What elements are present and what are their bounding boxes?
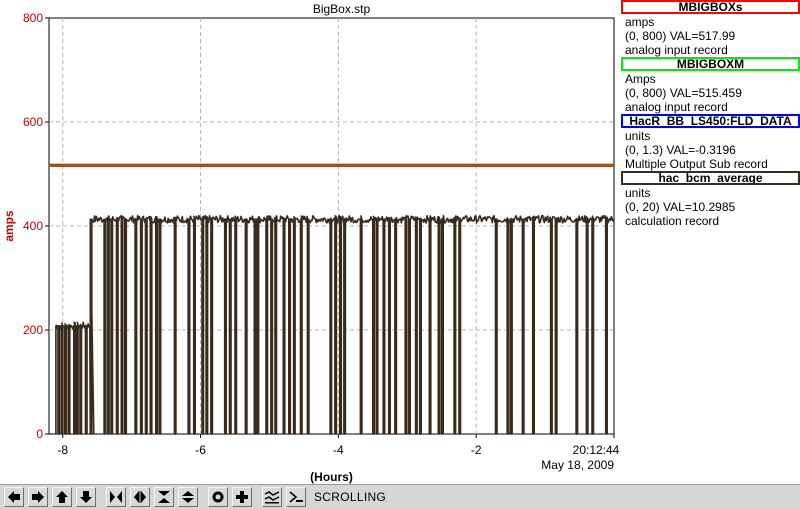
scroll-down-button[interactable] bbox=[76, 487, 96, 507]
y-tick-label: 200 bbox=[23, 323, 43, 337]
legend-units: units bbox=[625, 186, 651, 200]
y-tick-label: 600 bbox=[23, 115, 43, 129]
zoom-mode-button[interactable] bbox=[286, 487, 306, 507]
end-date-label: May 18, 2009 bbox=[541, 458, 614, 472]
zoom-out-y-button[interactable] bbox=[178, 487, 198, 507]
y-tick-label: 400 bbox=[23, 219, 43, 233]
x-axis-label: (Hours) bbox=[310, 470, 353, 484]
scroll-right-icon bbox=[32, 491, 44, 503]
y-axis-label: amps bbox=[2, 210, 16, 242]
autoscale-button[interactable] bbox=[208, 487, 228, 507]
zoom-in-y-button[interactable] bbox=[154, 487, 174, 507]
zoom-out-x-icon bbox=[134, 491, 146, 503]
legend-name-box[interactable]: HacR_BB_LS450:FLD_DATA bbox=[621, 114, 800, 128]
legend-range-value: (0, 1.3) VAL=-0.3196 bbox=[625, 143, 736, 157]
legend-name-box[interactable]: hac_bcm_average bbox=[621, 171, 800, 185]
legend-units: units bbox=[625, 129, 651, 143]
zoom-mode-icon bbox=[289, 491, 303, 503]
toolbar: SCROLLING bbox=[0, 484, 800, 509]
scroll-up-button[interactable] bbox=[52, 487, 72, 507]
legend-range-value: (0, 800) VAL=517.99 bbox=[625, 29, 736, 43]
scroll-left-icon bbox=[8, 491, 20, 503]
mode-status: SCROLLING bbox=[314, 490, 387, 504]
zoom-out-y-icon bbox=[182, 491, 194, 503]
chart-title: BigBox.stp bbox=[313, 2, 371, 16]
autoscale-icon bbox=[212, 491, 224, 503]
legend-name-box[interactable]: MBIGBOXs bbox=[621, 0, 800, 14]
add-button[interactable] bbox=[232, 487, 252, 507]
legend-range-value: (0, 800) VAL=515.459 bbox=[625, 86, 742, 100]
x-tick-label: -8 bbox=[57, 443, 68, 457]
scroll-right-button[interactable] bbox=[28, 487, 48, 507]
zoom-out-x-button[interactable] bbox=[130, 487, 150, 507]
legend-record-type: Multiple Output Sub record bbox=[625, 157, 768, 171]
x-tick-label: -6 bbox=[195, 443, 206, 457]
scroll-left-button[interactable] bbox=[4, 487, 24, 507]
scroll-mode-button[interactable] bbox=[262, 487, 282, 507]
legend-units: amps bbox=[625, 15, 655, 29]
legend-name-box[interactable]: MBIGBOXM bbox=[621, 57, 800, 71]
legend-record-type: analog input record bbox=[625, 43, 728, 57]
y-tick-label: 800 bbox=[23, 11, 43, 25]
legend-range-value: (0, 20) VAL=10.2985 bbox=[625, 200, 736, 214]
legend-entry-hac-bcm-average[interactable]: hac_bcm_average units (0, 20) VAL=10.298… bbox=[621, 171, 800, 228]
legend-record-type: analog input record bbox=[625, 100, 728, 114]
legend-entry-mbigboxm[interactable]: MBIGBOXM Amps (0, 800) VAL=515.459 analo… bbox=[621, 57, 800, 114]
plus-icon bbox=[236, 491, 248, 503]
legend-entry-fld-data[interactable]: HacR_BB_LS450:FLD_DATA units (0, 1.3) VA… bbox=[621, 114, 800, 171]
x-tick-label: -4 bbox=[333, 443, 344, 457]
legend: MBIGBOXs amps (0, 800) VAL=517.99 analog… bbox=[621, 0, 800, 228]
scroll-mode-icon bbox=[264, 491, 280, 504]
legend-entry-mbigboxs[interactable]: MBIGBOXs amps (0, 800) VAL=517.99 analog… bbox=[621, 0, 800, 57]
legend-record-type: calculation record bbox=[625, 214, 720, 228]
end-time-label: 20:12:44 bbox=[573, 443, 620, 457]
zoom-in-y-icon bbox=[158, 491, 170, 503]
legend-units: Amps bbox=[625, 72, 656, 86]
scroll-up-icon bbox=[56, 491, 68, 503]
zoom-in-x-icon bbox=[110, 491, 122, 503]
scroll-down-icon bbox=[80, 491, 92, 503]
zoom-in-x-button[interactable] bbox=[106, 487, 126, 507]
x-tick-label: -2 bbox=[471, 443, 482, 457]
y-tick-label: 0 bbox=[36, 427, 43, 441]
